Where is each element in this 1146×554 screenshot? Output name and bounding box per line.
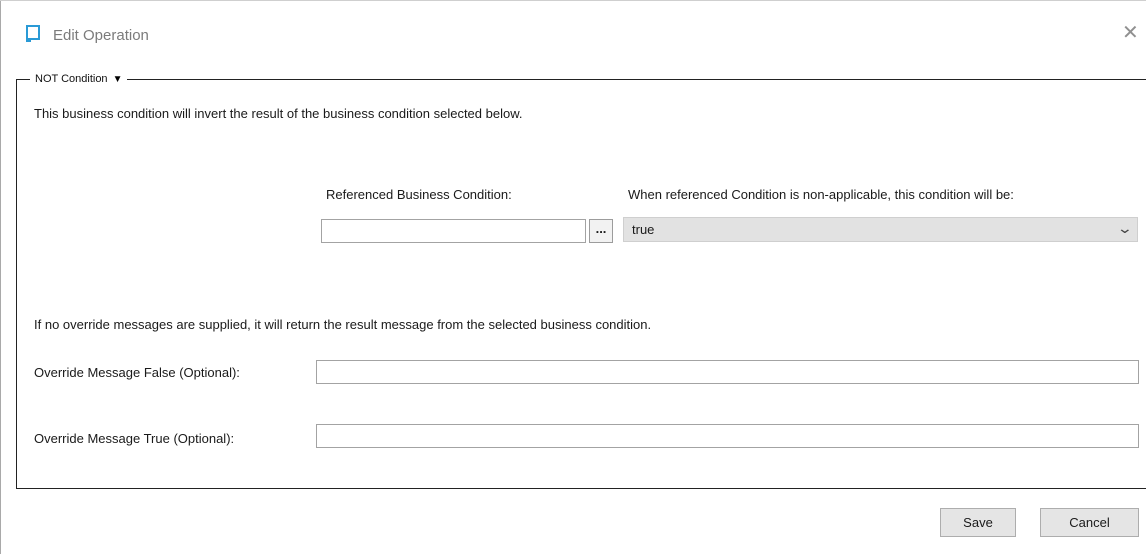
referenced-condition-label: Referenced Business Condition:: [326, 187, 512, 202]
non-applicable-label: When referenced Condition is non-applica…: [628, 187, 1014, 202]
dialog-title: Edit Operation: [53, 27, 149, 44]
override-true-label: Override Message True (Optional):: [34, 431, 235, 446]
not-condition-legend[interactable]: NOT Condition ▼: [30, 71, 128, 87]
override-false-input[interactable]: [316, 360, 1139, 384]
cancel-button[interactable]: Cancel: [1040, 508, 1139, 537]
browse-button[interactable]: ...: [589, 219, 613, 243]
close-icon[interactable]: ✕: [1122, 22, 1139, 42]
window-border: [0, 0, 1, 554]
referenced-condition-input[interactable]: [321, 219, 586, 243]
override-note-text: If no override messages are supplied, it…: [34, 317, 652, 332]
window-top-border: [0, 0, 1146, 1]
legend-label: NOT Condition: [35, 73, 108, 85]
non-applicable-select[interactable]: true ⌄: [623, 217, 1138, 242]
select-value: true: [632, 222, 655, 237]
override-false-label: Override Message False (Optional):: [34, 365, 240, 380]
window-icon: [26, 25, 40, 42]
chevron-down-icon: ⌄: [1116, 220, 1134, 236]
dropdown-triangle-icon: ▼: [112, 74, 123, 85]
save-button[interactable]: Save: [940, 508, 1016, 537]
description-text: This business condition will invert the …: [34, 106, 523, 121]
override-true-input[interactable]: [316, 424, 1139, 448]
